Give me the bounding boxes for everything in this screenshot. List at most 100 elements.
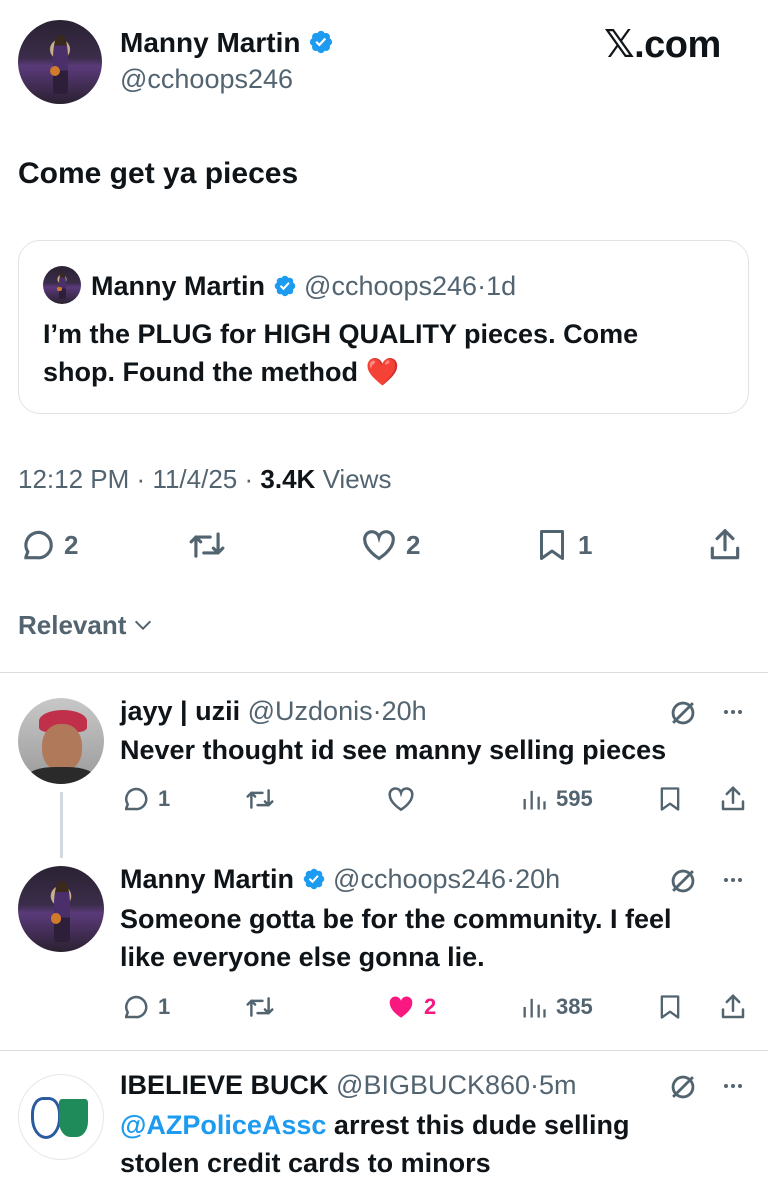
reply-header[interactable]: Manny Martin @cchoops246·20h [120, 862, 560, 896]
like-icon [389, 996, 413, 1018]
bookmark-button[interactable] [656, 784, 684, 814]
reply-icon [124, 995, 148, 1019]
x-logo: 𝕏.com [604, 24, 721, 66]
thread-line [60, 792, 63, 858]
retweet-button[interactable] [244, 784, 276, 814]
quote-author-avatar [43, 266, 81, 304]
separator-dot: · [372, 696, 382, 726]
reply-text-line2: stolen credit cards to minors [120, 1148, 491, 1178]
grok-icon[interactable] [666, 696, 700, 730]
author-name-row[interactable]: Manny Martin [120, 26, 334, 60]
verified-badge-icon [303, 868, 324, 890]
bookmark-button[interactable]: 1 [534, 526, 592, 564]
share-icon [721, 994, 745, 1019]
quote-text-line2: shop. Found the method [43, 357, 358, 387]
like-button[interactable]: 2 [360, 526, 420, 564]
views-count: 595 [556, 786, 593, 811]
like-button[interactable]: 2 [386, 992, 436, 1022]
more-icon[interactable] [718, 868, 748, 892]
quote-text: I’m the PLUG for HIGH QUALITY pieces. Co… [43, 315, 638, 391]
like-count: 2 [406, 529, 421, 560]
heart-emoji: ❤️ [365, 357, 400, 387]
divider [0, 672, 768, 673]
grok-icon[interactable] [666, 1070, 700, 1104]
reply-text: Someone gotta be for the community. I fe… [120, 900, 672, 976]
reply-text: @AZPoliceAssc arrest this dude selling s… [120, 1106, 630, 1182]
reply-timestamp[interactable]: 20h [515, 864, 560, 894]
separator-dot: · [244, 464, 254, 494]
tweet-time: 12:12 PM [18, 464, 130, 494]
share-button[interactable] [706, 526, 744, 564]
reply-avatar[interactable] [18, 866, 104, 952]
separator-dot: · [530, 1070, 540, 1100]
share-button[interactable] [718, 784, 748, 814]
views-icon [523, 790, 546, 810]
more-icon[interactable] [718, 1074, 748, 1098]
retweet-button[interactable] [186, 526, 228, 564]
bookmark-button[interactable] [656, 992, 684, 1022]
share-icon [710, 529, 740, 560]
quote-header: Manny Martin @cchoops246·1d [91, 269, 516, 303]
tweet-meta: 12:12 PM · 11/4/25 · 3.4K Views [18, 462, 391, 496]
author-handle[interactable]: @cchoops246 [120, 62, 293, 96]
author-name[interactable]: Manny Martin [120, 27, 300, 58]
reply-text-line2: like everyone else gonna lie. [120, 942, 485, 972]
reply-author-handle[interactable]: @cchoops246 [333, 864, 506, 894]
reply-author-handle[interactable]: @BIGBUCK860 [336, 1070, 530, 1100]
reply-author-name[interactable]: IBELIEVE BUCK [120, 1070, 329, 1100]
more-icon[interactable] [718, 700, 748, 724]
reply-text-line1: Someone gotta be for the community. I fe… [120, 904, 672, 934]
like-icon [388, 787, 414, 812]
like-count: 2 [424, 994, 437, 1019]
reply-header[interactable]: jayy | uzii @Uzdonis·20h [120, 694, 427, 728]
grok-icon[interactable] [666, 864, 700, 898]
views-count: 385 [556, 994, 593, 1019]
chevron-down-icon [135, 620, 152, 631]
reply-button[interactable]: 1 [120, 784, 170, 814]
share-icon [721, 786, 745, 811]
bookmark-icon [660, 787, 680, 811]
like-button[interactable] [386, 784, 416, 814]
quote-author-handle: @cchoops246 [304, 271, 478, 301]
views-button[interactable]: 385 [520, 992, 593, 1022]
reply-avatar[interactable] [18, 698, 104, 784]
sort-dropdown[interactable]: Relevant [18, 608, 154, 642]
reply-header[interactable]: IBELIEVE BUCK @BIGBUCK860·5m [120, 1068, 577, 1102]
retweet-icon [246, 997, 274, 1017]
reply-timestamp[interactable]: 5m [539, 1070, 577, 1100]
reply-button[interactable]: 1 [120, 992, 170, 1022]
bookmark-icon [540, 530, 564, 560]
bookmark-icon [660, 995, 680, 1019]
retweet-icon [246, 789, 274, 809]
reply-icon [124, 787, 148, 811]
reply-avatar[interactable] [18, 1074, 104, 1160]
retweet-button[interactable] [244, 992, 276, 1022]
share-button[interactable] [718, 992, 748, 1022]
quote-text-line1: I’m the PLUG for HIGH QUALITY pieces. Co… [43, 319, 639, 349]
bookmark-count: 1 [578, 529, 593, 560]
divider [0, 1050, 768, 1051]
reply-author-name[interactable]: Manny Martin [120, 864, 294, 894]
verified-badge-icon [274, 275, 295, 297]
views-icon [523, 998, 546, 1018]
reply-timestamp[interactable]: 20h [382, 696, 427, 726]
mention-link[interactable]: @AZPoliceAssc [120, 1110, 326, 1140]
retweet-icon [189, 532, 225, 558]
views-button[interactable]: 595 [520, 784, 593, 814]
reply-author-name[interactable]: jayy | uzii [120, 696, 240, 726]
reply-count: 1 [158, 786, 171, 811]
verified-badge-icon [310, 30, 333, 54]
author-avatar[interactable] [18, 20, 102, 104]
quote-timestamp: 1d [486, 271, 517, 301]
views-label[interactable]: Views [323, 464, 392, 494]
reply-text-line1: arrest this dude selling [333, 1110, 630, 1140]
separator-dot: · [506, 864, 516, 894]
separator-dot: · [477, 271, 487, 301]
reply-button[interactable]: 2 [18, 526, 78, 564]
sort-label: Relevant [18, 610, 127, 640]
reply-author-handle[interactable]: @Uzdonis [248, 696, 373, 726]
tweet-text: Come get ya pieces [18, 157, 299, 190]
views-count[interactable]: 3.4K [260, 464, 315, 494]
quote-author-name: Manny Martin [91, 271, 266, 301]
quoted-tweet-card[interactable]: Manny Martin @cchoops246·1d I’m the PLUG… [18, 240, 749, 414]
